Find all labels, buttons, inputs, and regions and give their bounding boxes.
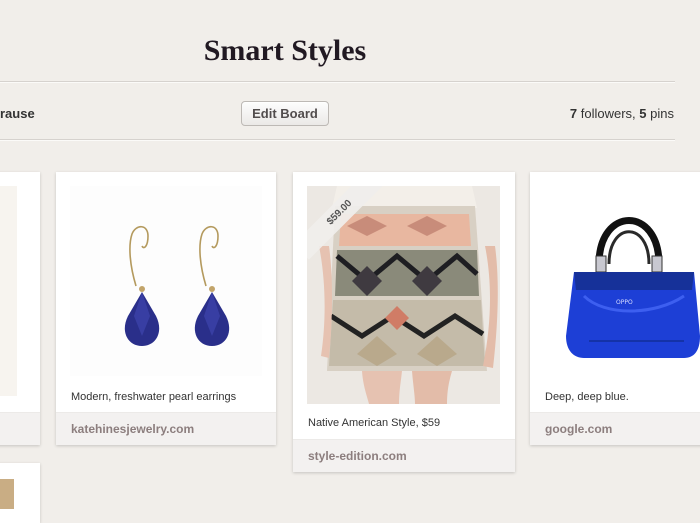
pin-source-bar (0, 412, 40, 445)
pin-image[interactable] (0, 186, 17, 396)
divider-bottom (0, 139, 675, 141)
pin-card-bag[interactable]: OPPO Deep, deep blue. google.com (530, 172, 700, 445)
pin-card-skirt[interactable]: $59.00 Native American Style, $59 style-… (293, 172, 515, 472)
pin-image-skirt[interactable]: $59.00 (307, 186, 500, 404)
board-title: Smart Styles (203, 34, 367, 67)
pins-count[interactable]: 5 (639, 106, 646, 121)
board-owner-name[interactable]: rause (0, 106, 35, 121)
earrings-image (124, 225, 230, 346)
edit-board-button[interactable]: Edit Board (241, 101, 329, 126)
pin-source-link[interactable]: katehinesjewelry.com (56, 412, 276, 445)
pin-description: Native American Style, $59 (308, 417, 441, 429)
svg-text:OPPO: OPPO (616, 299, 633, 306)
pin-card-partial-bottom[interactable] (0, 463, 40, 523)
price-tag: $59.00 (307, 186, 387, 260)
pin-image-bag[interactable]: OPPO (544, 186, 700, 376)
board-stats: 7 followers, 5 pins (570, 106, 674, 121)
pin-card-partial-left[interactable] (0, 172, 40, 445)
price-ribbon: $59.00 (307, 186, 387, 266)
pin-description: Deep, deep blue. (545, 391, 629, 403)
pin-image-earrings[interactable] (70, 186, 262, 376)
followers-count[interactable]: 7 (570, 106, 577, 121)
pins-label[interactable]: pins (650, 106, 674, 121)
bag-image: OPPO (566, 217, 700, 358)
pin-card-earrings[interactable]: Modern, freshwater pearl earrings katehi… (56, 172, 276, 445)
followers-label[interactable]: followers, (581, 106, 636, 121)
pin-source-link[interactable]: style-edition.com (293, 439, 515, 472)
divider-top (0, 81, 675, 83)
pin-source-link[interactable]: google.com (530, 412, 700, 445)
pin-description: Modern, freshwater pearl earrings (71, 391, 237, 403)
